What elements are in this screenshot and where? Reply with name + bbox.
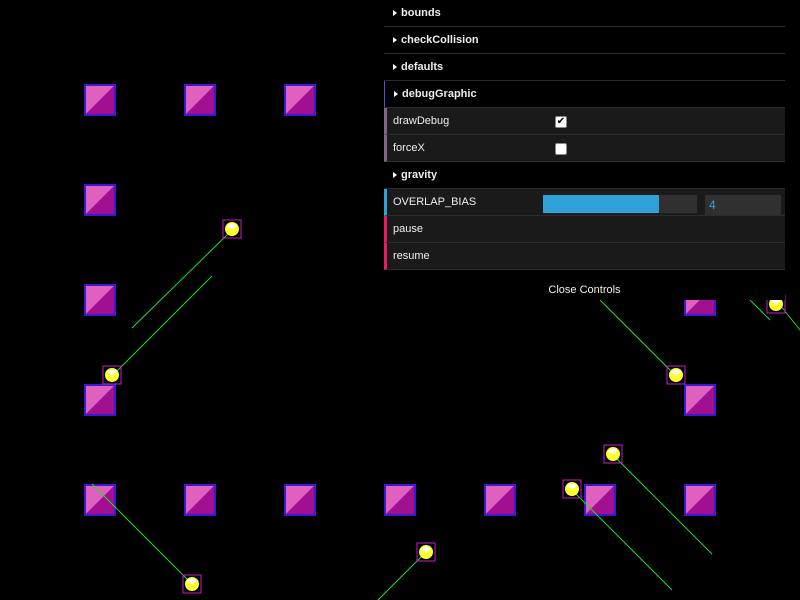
block bbox=[84, 184, 116, 216]
triangle-right-icon bbox=[393, 37, 397, 43]
force-x-row: forceX bbox=[384, 135, 785, 162]
velocity-line bbox=[131, 229, 233, 329]
folder-check-collision[interactable]: checkCollision bbox=[384, 27, 785, 54]
pause-label: pause bbox=[393, 223, 423, 235]
velocity-line bbox=[377, 551, 427, 600]
ball bbox=[102, 365, 122, 385]
ball bbox=[562, 479, 582, 499]
block bbox=[684, 484, 716, 516]
draw-debug-label: drawDebug bbox=[393, 115, 450, 127]
triangle-right-icon bbox=[393, 172, 397, 178]
velocity-line bbox=[571, 489, 673, 591]
overlap-bias-slider-fill bbox=[543, 195, 659, 213]
block bbox=[584, 484, 616, 516]
folder-defaults[interactable]: defaults bbox=[384, 54, 785, 81]
ball bbox=[222, 219, 242, 239]
block bbox=[684, 384, 716, 416]
block bbox=[84, 84, 116, 116]
folder-label: debugGraphic bbox=[402, 88, 477, 100]
block bbox=[284, 484, 316, 516]
folder-gravity[interactable]: gravity bbox=[384, 162, 785, 189]
block bbox=[384, 484, 416, 516]
block bbox=[84, 484, 116, 516]
force-x-checkbox[interactable] bbox=[555, 143, 567, 155]
block bbox=[184, 84, 216, 116]
block bbox=[84, 384, 116, 416]
triangle-right-icon bbox=[394, 91, 398, 97]
resume-label: resume bbox=[393, 250, 430, 262]
ball bbox=[666, 365, 686, 385]
debug-gui-panel: bounds checkCollision defaults debugGrap… bbox=[384, 0, 785, 270]
velocity-line bbox=[111, 275, 213, 377]
ball-group bbox=[102, 219, 786, 594]
overlap-bias-label: OVERLAP_BIAS bbox=[393, 196, 477, 208]
resume-row[interactable]: resume bbox=[384, 243, 785, 270]
block bbox=[84, 284, 116, 316]
force-x-label: forceX bbox=[393, 142, 425, 154]
folder-debug-graphic[interactable]: debugGraphic bbox=[384, 81, 785, 108]
check-icon: ✔ bbox=[556, 116, 566, 127]
folder-label: gravity bbox=[401, 169, 438, 181]
draw-debug-checkbox[interactable]: ✔ bbox=[555, 116, 567, 128]
velocity-line bbox=[91, 483, 193, 585]
block bbox=[184, 484, 216, 516]
overlap-bias-row: OVERLAP_BIAS 4 bbox=[384, 189, 785, 216]
overlap-bias-input[interactable]: 4 bbox=[705, 195, 781, 215]
draw-debug-row: drawDebug ✔ bbox=[384, 108, 785, 135]
velocity-line bbox=[599, 299, 677, 377]
triangle-right-icon bbox=[393, 10, 397, 16]
block bbox=[484, 484, 516, 516]
overlap-bias-slider[interactable] bbox=[543, 195, 697, 213]
pause-row[interactable]: pause bbox=[384, 216, 785, 243]
block bbox=[284, 84, 316, 116]
folder-label: checkCollision bbox=[401, 34, 479, 46]
triangle-right-icon bbox=[393, 64, 397, 70]
folder-bounds[interactable]: bounds bbox=[384, 0, 785, 27]
close-controls-button[interactable]: Close Controls bbox=[384, 280, 785, 300]
ball bbox=[603, 444, 623, 464]
